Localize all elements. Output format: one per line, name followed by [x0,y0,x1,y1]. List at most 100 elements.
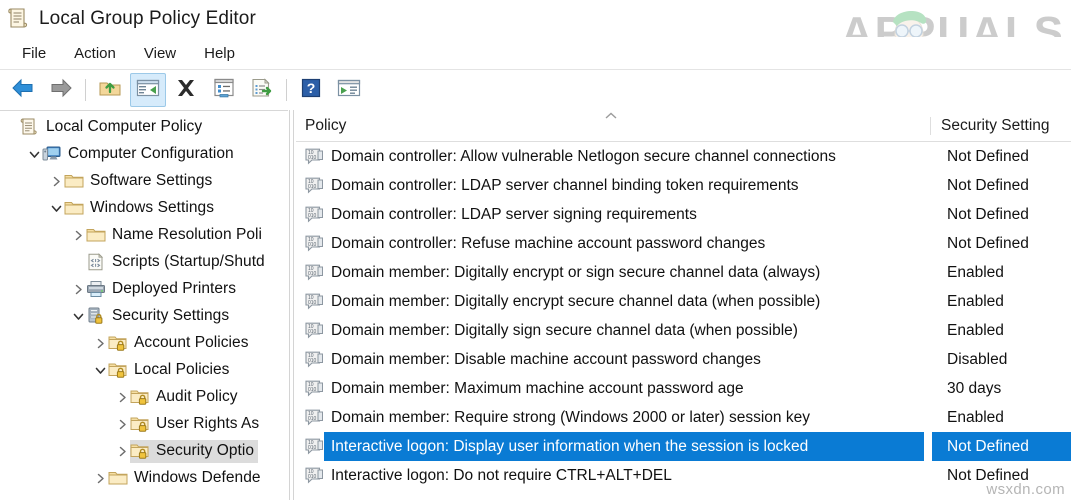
tree-item-content[interactable]: Computer Configuration [42,143,238,166]
table-row[interactable]: 10010 Domain controller: LDAP server sig… [296,200,1071,229]
menu-item-help[interactable]: Help [191,42,248,65]
chevron-down-icon[interactable] [26,147,42,163]
tree-item[interactable]: Windows Settings [0,195,288,222]
delete-button[interactable] [168,73,204,107]
table-row[interactable]: 10010 Domain member: Maximum machine acc… [296,374,1071,403]
folder-icon [64,172,84,190]
tree-item-content[interactable]: Security Optio [130,440,258,463]
svg-text:010: 010 [308,474,317,480]
column-header-security-setting[interactable]: Security Setting [930,117,1050,135]
menu-item-view[interactable]: View [131,42,189,65]
chevron-right-icon[interactable] [114,390,130,406]
back-arrow-icon [11,78,35,103]
security-setting-cell: Enabled [938,264,1004,282]
script-icon [86,253,106,271]
security-setting-cell: Not Defined [938,177,1029,195]
policy-name-cell: Domain member: Digitally sign secure cha… [331,322,938,340]
svg-text:010: 010 [308,387,317,393]
tree-item-content[interactable]: Account Policies [108,332,253,355]
tree-item-label: Computer Configuration [68,145,234,163]
toolbar-separator-2 [286,79,287,101]
tree-item-content[interactable]: Software Settings [64,170,216,193]
tree-item-label: Security Settings [112,307,229,325]
tree-item-content[interactable]: Local Policies [108,359,233,382]
tree-item[interactable]: Name Resolution Poli [0,222,288,249]
export-list-button[interactable] [244,73,280,107]
tree-item[interactable]: Local Policies [0,357,288,384]
window-title: Local Group Policy Editor [39,8,256,30]
table-row[interactable]: 10010 Domain controller: Refuse machine … [296,229,1071,258]
tree-item-content[interactable]: Local Computer Policy [20,116,206,139]
tree-item[interactable]: Software Settings [0,168,288,195]
column-header-policy[interactable]: Policy [296,110,930,141]
show-action-pane-button[interactable] [331,73,367,107]
table-row[interactable]: 10010 Domain controller: LDAP server cha… [296,171,1071,200]
chevron-right-icon[interactable] [92,471,108,487]
back-button[interactable] [5,73,41,107]
tree-item[interactable]: Security Settings [0,303,288,330]
console-tree-pane[interactable]: Local Computer Policy Computer Configura… [0,110,288,501]
security-setting-cell: Not Defined [938,467,1029,485]
properties-button[interactable] [206,73,242,107]
tree-item[interactable]: User Rights As [0,411,288,438]
chevron-right-icon[interactable] [48,174,64,190]
security-setting-cell: Not Defined [938,148,1029,166]
tree-item-content[interactable]: User Rights As [130,413,263,436]
properties-window-icon [213,78,235,103]
policy-name-cell: Domain controller: LDAP server signing r… [331,206,938,224]
forward-button[interactable] [43,73,79,107]
table-row[interactable]: 10010 Domain member: Require strong (Win… [296,403,1071,432]
table-row[interactable]: 10010 Domain member: Digitally sign secu… [296,316,1071,345]
policy-name-cell: Domain controller: Allow vulnerable Netl… [331,148,938,166]
chevron-down-icon[interactable] [92,363,108,379]
policy-setting-icon: 10010 [305,206,324,223]
pane-splitter[interactable] [288,110,296,500]
security-setting-cell: Not Defined [938,235,1029,253]
tree-twisty-placeholder [4,120,20,136]
tree-item-content[interactable]: Scripts (Startup/Shutd [86,251,269,274]
tree-item[interactable]: Security Optio [0,438,288,465]
help-button[interactable]: ? [293,73,329,107]
tree-item[interactable]: Deployed Printers [0,276,288,303]
table-row[interactable]: 10010 Domain member: Digitally encrypt s… [296,287,1071,316]
secure-folder-icon [108,334,128,352]
tree-item[interactable]: Audit Policy [0,384,288,411]
table-row[interactable]: 10010 Domain member: Digitally encrypt o… [296,258,1071,287]
question-mark-icon: ? [301,78,321,103]
tree-item[interactable]: Windows Defende [0,465,288,492]
svg-text:010: 010 [308,271,317,277]
menu-item-file[interactable]: File [9,42,59,65]
tree-item-content[interactable]: Name Resolution Poli [86,224,266,247]
show-hide-console-tree-button[interactable] [130,73,166,107]
table-row[interactable]: 10010 Interactive logon: Display user in… [296,432,1071,461]
tree-item-content[interactable]: Audit Policy [130,386,242,409]
policy-list-pane[interactable]: Policy Security Setting 10010 Domain con… [296,110,1071,500]
tree-item-label: Audit Policy [156,388,238,406]
up-one-level-button[interactable] [92,73,128,107]
menu-item-action[interactable]: Action [61,42,129,65]
tree-item-content[interactable]: Windows Defende [108,467,265,490]
chevron-right-icon[interactable] [114,417,130,433]
tree-item[interactable]: Computer Configuration [0,141,288,168]
tree-item[interactable]: Local Computer Policy [0,114,288,141]
table-row[interactable]: 10010 Domain member: Disable machine acc… [296,345,1071,374]
security-setting-cell: 30 days [938,380,1001,398]
security-setting-cell: Not Defined [938,206,1029,224]
tree-item-content[interactable]: Security Settings [86,305,233,328]
tree-item[interactable]: Scripts (Startup/Shutd [0,249,288,276]
toolbar-separator-1 [85,79,86,101]
chevron-down-icon[interactable] [48,201,64,217]
printer-icon [86,280,106,298]
folder-icon [108,469,128,487]
chevron-right-icon[interactable] [92,336,108,352]
chevron-right-icon[interactable] [70,282,86,298]
tree-item[interactable]: Account Policies [0,330,288,357]
chevron-down-icon[interactable] [70,309,86,325]
delete-x-icon [175,78,197,103]
chevron-right-icon[interactable] [114,444,130,460]
tree-item-content[interactable]: Deployed Printers [86,278,240,301]
table-row[interactable]: 10010 Interactive logon: Do not require … [296,461,1071,490]
table-row[interactable]: 10010 Domain controller: Allow vulnerabl… [296,142,1071,171]
chevron-right-icon[interactable] [70,228,86,244]
tree-item-content[interactable]: Windows Settings [64,197,218,220]
